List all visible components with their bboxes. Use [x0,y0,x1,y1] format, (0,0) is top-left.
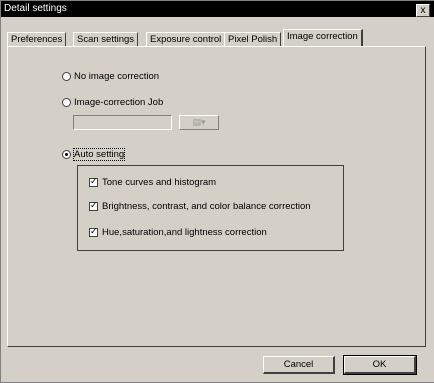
tone-curves-label[interactable]: Tone curves and histogram [102,177,216,188]
job-label[interactable]: Image-correction Job [74,97,163,108]
job-radio[interactable] [62,98,71,107]
auto-setting-radio[interactable] [62,150,71,159]
window-title: Detail settings [4,3,67,14]
no-correction-label[interactable]: No image correction [74,71,159,82]
auto-setting-label[interactable]: Auto setting [72,148,126,161]
close-icon[interactable]: x [416,4,430,17]
hue-label[interactable]: Hue,saturation,and lightness correction [102,227,267,238]
brightness-label[interactable]: Brightness, contrast, and color balance … [102,201,311,212]
brightness-checkbox[interactable] [89,200,98,211]
no-correction-radio[interactable] [62,72,71,81]
tab-preferences[interactable]: Preferences [7,32,67,46]
job-name-field[interactable] [73,115,172,130]
tone-curves-checkbox[interactable] [89,176,98,187]
title-bar: Detail settings x [1,1,434,17]
job-list-button[interactable]: ▤▾ [179,115,219,130]
hue-checkbox[interactable] [89,226,98,237]
tab-scan-settings[interactable]: Scan settings [73,32,139,46]
tab-pixel-polish[interactable]: Pixel Polish [224,32,282,46]
tab-exposure-control[interactable]: Exposure control [146,32,226,46]
detail-settings-dialog: Detail settings x Preferences Scan setti… [0,0,434,383]
list-dropdown-icon: ▤▾ [192,117,206,127]
cancel-button[interactable]: Cancel [263,356,335,374]
ok-button[interactable]: OK [343,355,417,375]
tab-image-correction[interactable]: Image correction [283,29,363,46]
